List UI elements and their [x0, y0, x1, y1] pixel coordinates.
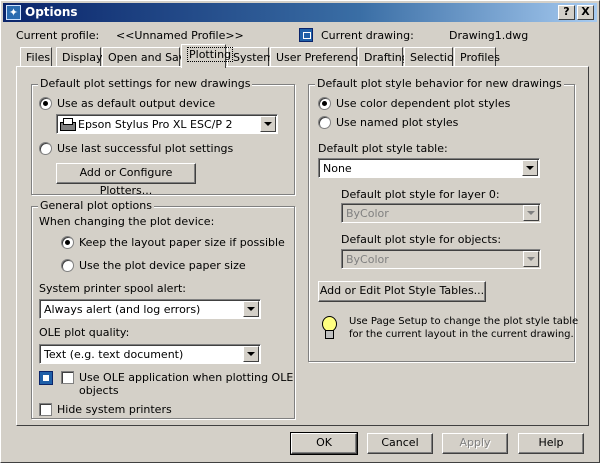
- ok-button[interactable]: OK: [290, 432, 358, 455]
- last-successful-label: Use last successful plot settings: [57, 142, 234, 155]
- keep-layout-radio[interactable]: [61, 236, 74, 249]
- use-ole-app-label-cont: objects: [79, 384, 119, 397]
- profile-label: Current profile:: [16, 29, 100, 42]
- options-window: ✦ Options ? X Current profile: <<Unnamed…: [0, 0, 600, 463]
- use-ole-app-label: Use OLE application when plotting OLE: [79, 371, 294, 384]
- drawing-label: Current drawing:: [321, 29, 414, 42]
- spool-alert-label: System printer spool alert:: [39, 282, 186, 295]
- tab-system[interactable]: System: [227, 47, 274, 67]
- chevron-down-icon[interactable]: [260, 116, 276, 132]
- objects-style-select[interactable]: ByColor: [341, 249, 541, 269]
- close-button[interactable]: X: [577, 5, 594, 20]
- plotting-panel: Default plot settings for new drawings U…: [16, 66, 589, 426]
- tab-selection[interactable]: Selection: [404, 47, 461, 67]
- title-bar[interactable]: ✦ Options ? X: [3, 3, 597, 22]
- lightbulb-icon: [319, 315, 339, 339]
- group-legend: Default plot settings for new drawings: [38, 77, 253, 90]
- tip-text-line1: Use Page Setup to change the plot style …: [349, 316, 579, 327]
- when-changing-label: When changing the plot device:: [39, 215, 215, 228]
- apply-button[interactable]: Apply: [442, 433, 508, 454]
- named-styles-label: Use named plot styles: [336, 116, 459, 129]
- ole-quality-value: Text (e.g. text document): [44, 348, 184, 361]
- options-icon: ✦: [6, 5, 21, 20]
- chevron-down-icon[interactable]: [243, 346, 259, 362]
- chevron-down-icon[interactable]: [243, 301, 259, 317]
- keep-layout-label: Keep the layout paper size if possible: [79, 236, 285, 249]
- tab-drafting[interactable]: Drafting: [358, 47, 409, 67]
- plot-style-table-select[interactable]: None: [318, 158, 540, 178]
- cancel-button[interactable]: Cancel: [367, 433, 433, 454]
- tab-display[interactable]: Display: [56, 47, 103, 67]
- tab-plotting[interactable]: Plotting: [181, 44, 234, 68]
- objects-style-value: ByColor: [346, 253, 389, 266]
- color-dependent-label: Use color dependent plot styles: [336, 97, 511, 110]
- plot-style-behavior-group: Default plot style behavior for new draw…: [308, 77, 579, 362]
- hide-printers-label: Hide system printers: [57, 403, 172, 416]
- default-output-label: Use as default output device: [57, 97, 216, 110]
- ole-quality-select[interactable]: Text (e.g. text document): [39, 344, 261, 364]
- hide-printers-checkbox[interactable]: [39, 403, 52, 416]
- tip-text-line2: for the current layout in the current dr…: [349, 329, 574, 340]
- tab-user-preferences[interactable]: User Preferences: [270, 47, 369, 67]
- layer0-style-select[interactable]: ByColor: [341, 203, 541, 223]
- drawing-icon: [299, 28, 313, 42]
- add-configure-plotters-button[interactable]: Add or Configure Plotters...: [56, 163, 196, 197]
- printer-icon: [60, 118, 76, 131]
- named-styles-radio[interactable]: [318, 116, 331, 129]
- spool-alert-value: Always alert (and log errors): [44, 303, 201, 316]
- default-output-radio[interactable]: [39, 97, 52, 110]
- profile-value: <<Unnamed Profile>>: [116, 29, 244, 42]
- color-dependent-radio[interactable]: [318, 97, 331, 110]
- ole-quality-label: OLE plot quality:: [39, 326, 130, 339]
- use-ole-app-checkbox[interactable]: [61, 371, 74, 384]
- general-plot-options-group: General plot options When changing the p…: [31, 199, 295, 419]
- objects-style-label: Default plot style for objects:: [341, 233, 502, 246]
- output-device-select[interactable]: Epson Stylus Pro XL ESC/P 2: [56, 114, 278, 134]
- window-title: Options: [25, 5, 78, 19]
- tab-files[interactable]: Files: [20, 47, 52, 67]
- tab-profiles[interactable]: Profiles: [454, 47, 500, 67]
- chevron-down-icon[interactable]: [522, 160, 538, 176]
- layer0-style-label: Default plot style for layer 0:: [341, 188, 500, 201]
- tab-open-and-save[interactable]: Open and Save: [102, 47, 192, 67]
- help-title-button[interactable]: ?: [558, 5, 575, 20]
- add-edit-plot-style-tables-button[interactable]: Add or Edit Plot Style Tables...: [318, 281, 486, 302]
- spool-alert-select[interactable]: Always alert (and log errors): [39, 299, 261, 319]
- ole-icon: [39, 371, 53, 385]
- default-plot-settings-group: Default plot settings for new drawings U…: [31, 77, 295, 197]
- use-device-paper-label: Use the plot device paper size: [79, 259, 246, 272]
- last-successful-radio[interactable]: [39, 142, 52, 155]
- group-legend: General plot options: [38, 199, 154, 212]
- chevron-down-icon[interactable]: [523, 205, 539, 221]
- plot-style-table-label: Default plot style table:: [318, 142, 448, 155]
- drawing-value: Drawing1.dwg: [449, 29, 529, 42]
- group-legend: Default plot style behavior for new draw…: [315, 77, 564, 90]
- layer0-style-value: ByColor: [346, 207, 389, 220]
- chevron-down-icon[interactable]: [523, 251, 539, 267]
- output-device-value: Epson Stylus Pro XL ESC/P 2: [78, 118, 233, 131]
- help-button[interactable]: Help: [518, 433, 584, 454]
- plot-style-table-value: None: [323, 162, 352, 175]
- use-device-paper-radio[interactable]: [61, 259, 74, 272]
